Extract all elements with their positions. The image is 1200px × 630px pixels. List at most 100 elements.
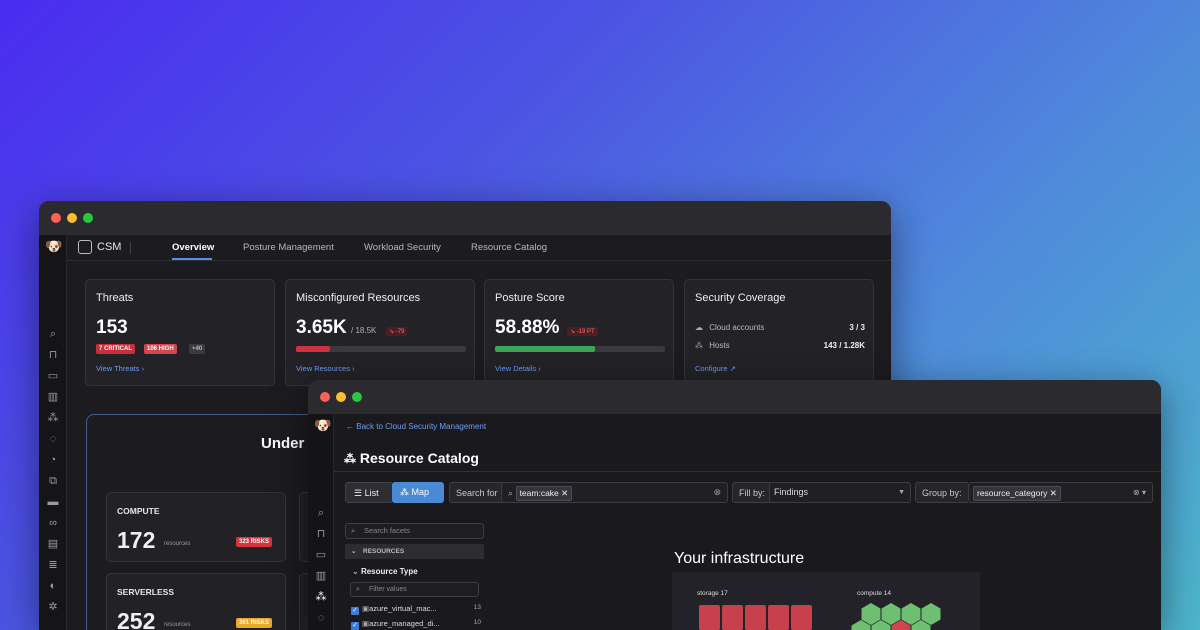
- dashboard-icon[interactable]: ▭: [46, 369, 60, 383]
- search-input[interactable]: ⌕ team:cake ✕ ⊗: [501, 482, 728, 503]
- hex-map: [699, 603, 941, 630]
- hosts-icon: ⁂: [695, 341, 703, 350]
- infrastructure-title: Your infrastructure: [674, 550, 805, 567]
- storage-tile: [791, 605, 812, 630]
- settings-icon[interactable]: ✲: [46, 600, 60, 614]
- maximize-window-button[interactable]: [83, 213, 93, 223]
- facet-row[interactable]: ✓ ▣azure_managed_di... 10: [351, 619, 481, 630]
- configure-link[interactable]: Configure ↗: [695, 364, 736, 373]
- misconfigured-progress: [296, 346, 466, 352]
- compute-tile[interactable]: COMPUTE 172 resources 323 RISKS: [106, 492, 286, 562]
- tab-overview[interactable]: Overview: [172, 242, 214, 253]
- csm-logo-icon: [78, 240, 92, 254]
- search-icon[interactable]: ⌕: [314, 506, 328, 520]
- list-icon: ☰: [354, 488, 363, 498]
- services-icon[interactable]: ⁂: [46, 411, 60, 425]
- close-window-button[interactable]: [320, 392, 330, 402]
- chevron-down-icon: ⌄: [352, 567, 359, 576]
- panel-title: Under: [261, 435, 305, 452]
- card-title: Misconfigured Resources: [296, 292, 421, 304]
- card-title: Security Coverage: [695, 292, 786, 304]
- compute-tile: [921, 603, 941, 625]
- resource-catalog-window: 🐶 ⌕ ⊓ ▭ ▥ ⁂ ◌ ← Back to Cloud Security M…: [308, 380, 1161, 630]
- storage-tile: [699, 605, 720, 630]
- app-title: CSM: [97, 241, 122, 253]
- storage-tile: [768, 605, 789, 630]
- datadog-logo-icon[interactable]: 🐶: [314, 417, 331, 433]
- integrations-icon[interactable]: ⧉: [46, 474, 60, 488]
- chevron-down-icon: ⌄: [351, 548, 357, 555]
- facet-row[interactable]: ✓ ▣azure_virtual_mac... 13: [351, 604, 481, 615]
- view-resources-link[interactable]: View Resources ›: [296, 364, 355, 373]
- group-by-select[interactable]: resource_category ✕ ⊗ ▾: [968, 482, 1153, 503]
- cloud-accounts-row: ☁ Cloud accounts 3 / 3: [695, 323, 865, 332]
- compute-tile: [861, 603, 881, 625]
- clear-search-icon[interactable]: ⊗: [713, 483, 721, 502]
- apm-icon[interactable]: ◌: [46, 432, 60, 446]
- top-nav: CSM Overview Posture Management Workload…: [67, 235, 891, 261]
- fill-by-label: Fill by:: [732, 482, 772, 503]
- posture-score: 58.88%: [495, 317, 560, 338]
- search-icon[interactable]: ⌕: [46, 327, 60, 341]
- minimize-window-button[interactable]: [336, 392, 346, 402]
- facet-search-input[interactable]: ⌕ Search facets: [345, 523, 484, 539]
- chart-icon[interactable]: ▥: [314, 569, 328, 583]
- map-view-button[interactable]: ⁂ Map: [392, 482, 444, 503]
- compute-tile: [881, 603, 901, 625]
- window-titlebar: [39, 201, 891, 235]
- infrastructure-map: storage 17 compute 14: [672, 572, 980, 630]
- misconfigured-card: Misconfigured Resources 3.65K / 18.5K ↘ …: [285, 279, 475, 386]
- posture-progress: [495, 346, 665, 352]
- search-for-label: Search for: [449, 482, 504, 503]
- chevron-down-icon: ▼: [898, 489, 905, 496]
- tab-posture-management[interactable]: Posture Management: [243, 242, 334, 253]
- view-threats-link[interactable]: View Threats ›: [96, 364, 144, 373]
- tab-workload-security[interactable]: Workload Security: [364, 242, 441, 253]
- misconfigured-count: 3.65K: [296, 317, 347, 338]
- coverage-card: Security Coverage ☁ Cloud accounts 3 / 3…: [684, 279, 874, 386]
- hosts-row: ⁂ Hosts 143 / 1.28K: [695, 341, 865, 350]
- services-icon[interactable]: ⁂: [314, 590, 328, 604]
- resource-type-group[interactable]: ⌄ Resource Type: [352, 567, 418, 576]
- compute-tile: [901, 603, 921, 625]
- binoculars-icon[interactable]: ⊓: [314, 527, 328, 541]
- resource-catalog-icon: ⁂: [344, 452, 356, 466]
- cloud-icon: ☁: [695, 323, 703, 332]
- filter-values-input[interactable]: ⌕ Filter values: [350, 582, 479, 597]
- misconfigured-total: / 18.5K: [351, 326, 377, 335]
- active-tab-indicator: [172, 258, 212, 260]
- maximize-window-button[interactable]: [352, 392, 362, 402]
- list-view-button[interactable]: ☰ List: [345, 482, 393, 503]
- gauge-icon[interactable]: ◔: [46, 453, 60, 467]
- search-icon: ⌕: [351, 526, 356, 535]
- monitor-icon[interactable]: ▬: [46, 495, 60, 509]
- back-link[interactable]: ← Back to Cloud Security Management: [346, 422, 486, 431]
- serverless-tile[interactable]: SERVERLESS 252 resources 361 RISKS: [106, 573, 286, 630]
- dashboard-icon[interactable]: ▭: [314, 548, 328, 562]
- side-rail: 🐶 ⌕ ⊓ ▭ ▥ ⁂ ◌: [308, 414, 334, 630]
- chart-icon[interactable]: ▥: [46, 390, 60, 404]
- search-chip[interactable]: team:cake ✕: [515, 486, 573, 501]
- security-shield-icon[interactable]: ◐: [46, 579, 60, 593]
- logs-icon[interactable]: ≣: [46, 558, 60, 572]
- tab-resource-catalog[interactable]: Resource Catalog: [471, 242, 547, 253]
- minimize-window-button[interactable]: [67, 213, 77, 223]
- storage-tile: [722, 605, 743, 630]
- group-chip[interactable]: resource_category ✕: [973, 486, 1061, 501]
- view-details-link[interactable]: View Details ›: [495, 364, 541, 373]
- notebook-icon[interactable]: ▤: [46, 537, 60, 551]
- datadog-logo-icon[interactable]: 🐶: [45, 238, 62, 254]
- side-rail: 🐶 ⌕ ⊓ ▭ ▥ ⁂ ◌ ◔ ⧉ ▬ ∞ ▤ ≣ ◐ ✲: [39, 235, 67, 630]
- clear-group-icon[interactable]: ⊗ ▾: [1133, 483, 1146, 502]
- threats-card: Threats 153 7 CRITICAL 106 HIGH +40 View…: [85, 279, 275, 386]
- threats-count: 153: [96, 317, 128, 338]
- apm-icon[interactable]: ◌: [314, 611, 328, 625]
- resources-section-header[interactable]: ⌄ RESOURCES: [345, 544, 484, 559]
- risk-badge: 323 RISKS: [236, 537, 273, 547]
- binoculars-icon[interactable]: ⊓: [46, 348, 60, 362]
- fill-by-select[interactable]: Findings ▼: [769, 482, 911, 503]
- risk-badge: 361 RISKS: [236, 618, 273, 628]
- checkbox-checked-icon: ✓: [351, 607, 359, 615]
- link-icon[interactable]: ∞: [46, 516, 60, 530]
- close-window-button[interactable]: [51, 213, 61, 223]
